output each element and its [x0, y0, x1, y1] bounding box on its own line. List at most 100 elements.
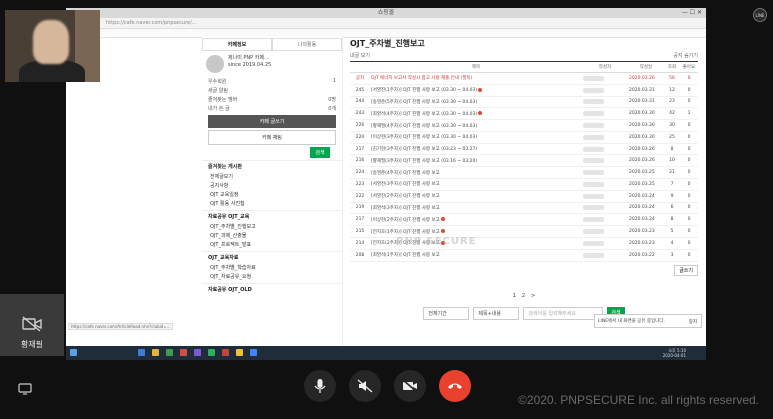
post-title[interactable]: [서영진(2주차)] OJT 진행 사항 보고	[371, 194, 440, 199]
post-title[interactable]: OJT 에너지 보고서 작성시 참고 사항 제출 안내 (필독)	[371, 76, 472, 81]
post-author[interactable]: xxxxxxxx	[582, 249, 628, 262]
cafe-search-button[interactable]: 검색	[310, 147, 330, 158]
table-row[interactable]: 245 [서영진(1주차)] OJT 진행 사항 보고 (03.30 ~ 04.0…	[350, 84, 698, 97]
cafe-chat-button[interactable]: 카페 채팅	[208, 130, 336, 145]
post-author[interactable]: xxxxxxxx	[582, 96, 628, 109]
post-author[interactable]: xxxxxxxx	[582, 72, 628, 85]
post-title-cell[interactable]: [최영석(1주차)] OJT 진행 사항 보고	[370, 249, 582, 262]
table-row[interactable]: 217 [김기현(3주차)] OJT 진행 사항 보고 (03.23 ~ 03.2…	[350, 143, 698, 156]
table-row[interactable]: 224[송영준(4주차)] OJT 진행 사항 보고 xxxxxxxx2020.0…	[350, 166, 698, 180]
post-title[interactable]: [황재필(3주차)] OJT 진행 사항 보고 (03.16 ~ 03.20)	[371, 159, 477, 164]
mute-mic-button[interactable]	[304, 370, 336, 402]
post-title-cell[interactable]: [송영준(5주차)] OJT 진행 사항 보고 (03.30 ~ 04.03)	[370, 96, 582, 109]
screen-share-icon[interactable]	[18, 382, 32, 396]
post-title-cell[interactable]: OJT 에너지 보고서 작성시 참고 사항 제출 안내 (필독)	[370, 72, 582, 85]
search-type-select[interactable]: 제목+내용	[473, 306, 520, 320]
post-author[interactable]: xxxxxxxx	[582, 143, 628, 156]
sidebar-menu-item[interactable]: OJT_프로젝트_발표	[202, 240, 342, 249]
taskbar-app-icon[interactable]	[166, 349, 173, 356]
menu-head-ojt-old[interactable]: 자료공유 OJT_OLD	[202, 283, 342, 295]
window-controls[interactable]: — ☐ ✕	[682, 8, 702, 18]
table-row[interactable]: 219[최영석(3주차)] OJT 진행 사항 보고 xxxxxxxx2020.0…	[350, 202, 698, 215]
stop-share-button[interactable]: 중지	[689, 319, 697, 325]
tab-cafe-info[interactable]: 카페정보	[202, 38, 272, 51]
post-author[interactable]: xxxxxxxx	[582, 119, 628, 132]
post-author[interactable]: xxxxxxxx	[582, 190, 628, 203]
start-icon[interactable]	[70, 349, 77, 356]
speaker-mute-button[interactable]	[349, 370, 381, 402]
post-title[interactable]: [전지호(1주차)] OJT 진행 사항 보고	[371, 230, 440, 235]
taskbar-app-icon[interactable]	[208, 349, 215, 356]
table-row[interactable]: 243 [최영석(4주차)] OJT 진행 사항 보고 (03.30 ~ 04.0…	[350, 107, 698, 121]
line-app-icon[interactable]: LINE	[753, 8, 767, 22]
write-button[interactable]: 글쓰기	[674, 264, 698, 276]
taskbar-app-icon[interactable]	[138, 349, 145, 356]
post-title-cell[interactable]: [송영준(4주차)] OJT 진행 사항 보고	[370, 166, 582, 180]
post-title-cell[interactable]: [이상현(3주차)] OJT 진행 사항 보고 (03.30 ~ 04.03)	[370, 131, 582, 144]
post-title[interactable]: [최영석(3주차)] OJT 진행 사항 보고	[371, 206, 440, 211]
sidebar-menu-item[interactable]: OJT_자료공유_요청	[202, 272, 342, 281]
post-author[interactable]: xxxxxxxx	[582, 166, 628, 180]
post-title[interactable]: [서영진(3주차)] OJT 진행 사항 보고	[371, 182, 440, 187]
participant-tile[interactable]: 황재필	[0, 294, 64, 356]
post-title[interactable]: [황재필(4주차)] OJT 진행 사항 보고 (03.30 ~ 04.03)	[371, 124, 477, 129]
sidebar-menu-item[interactable]: OJT_주차별_진행보고	[202, 222, 342, 231]
post-author[interactable]: xxxxxxxx	[582, 178, 628, 191]
page-link[interactable]: >	[531, 293, 535, 299]
sidebar-stat[interactable]: 즐겨찾는 멤버 0명	[202, 95, 342, 104]
sidebar-menu-item[interactable]: OJT 교육일정	[202, 190, 342, 199]
search-period-select[interactable]: 전체기간	[423, 306, 470, 320]
address-bar[interactable]: https://cafe.naver.com/pnpsecure/...	[66, 18, 706, 29]
post-title[interactable]: [이상현(2주차)] OJT 진행 사항 보고	[371, 218, 440, 223]
camera-toggle-button[interactable]	[394, 370, 426, 402]
search-input[interactable]: 검색어를 입력해주세요	[523, 306, 604, 320]
post-title[interactable]: [최영석(1주차)] OJT 진행 사항 보고	[371, 253, 440, 258]
tab-my-activity[interactable]: 나의활동	[272, 38, 342, 51]
post-author[interactable]: xxxxxxxx	[582, 213, 628, 227]
post-title[interactable]: [서영진(1주차)] OJT 진행 사항 보고 (03.30 ~ 04.03)	[371, 88, 477, 93]
hide-notice-toggle[interactable]: 공지 숨기기	[673, 52, 698, 59]
post-title-cell[interactable]: [서영진(3주차)] OJT 진행 사항 보고	[370, 178, 582, 191]
table-row[interactable]: 244 [송영준(5주차)] OJT 진행 사항 보고 (03.30 ~ 04.0…	[350, 96, 698, 109]
post-title-cell[interactable]: [최영석(4주차)] OJT 진행 사항 보고 (03.30 ~ 04.03)	[370, 107, 582, 121]
avatar[interactable]	[206, 55, 224, 73]
sidebar-stat[interactable]: 새글 알림	[202, 86, 342, 95]
post-author[interactable]: xxxxxxxx	[582, 154, 628, 168]
post-title[interactable]: [이상현(3주차)] OJT 진행 사항 보고 (03.30 ~ 04.03)	[371, 135, 477, 140]
cafe-write-button[interactable]: 카페 글쓰기	[208, 115, 336, 128]
system-tray[interactable]: 오후 5:10 2020-04-01	[663, 348, 686, 358]
end-call-button[interactable]	[439, 370, 471, 402]
my-posts-toggle[interactable]: 내글 보기	[350, 52, 370, 59]
taskbar-app-icon[interactable]	[250, 349, 257, 356]
table-row[interactable]: 222[서영진(2주차)] OJT 진행 사항 보고 xxxxxxxx2020.0…	[350, 190, 698, 203]
post-title[interactable]: [최영석(4주차)] OJT 진행 사항 보고 (03.30 ~ 04.03)	[371, 112, 477, 117]
post-title-cell[interactable]: [최영석(3주차)] OJT 진행 사항 보고	[370, 202, 582, 215]
sidebar-menu-item[interactable]: OJT_주차별_학습자료	[202, 263, 342, 272]
post-title-cell[interactable]: [황재필(3주차)] OJT 진행 사항 보고 (03.16 ~ 03.20)	[370, 154, 582, 168]
post-author[interactable]: xxxxxxxx	[582, 131, 628, 144]
post-title[interactable]: [송영준(4주차)] OJT 진행 사항 보고	[371, 171, 440, 176]
table-row[interactable]: 220 [이상현(3주차)] OJT 진행 사항 보고 (03.30 ~ 04.0…	[350, 131, 698, 144]
sidebar-menu-item[interactable]: OJT 활동 사진첩	[202, 199, 342, 208]
post-author[interactable]: xxxxxxxx	[582, 107, 628, 121]
table-row[interactable]: 217[이상현(2주차)] OJT 진행 사항 보고 xxxxxxxx2020.0…	[350, 213, 698, 227]
post-title[interactable]: [김기현(3주차)] OJT 진행 사항 보고 (03.23 ~ 03.27)	[371, 147, 477, 152]
taskbar-app-icon[interactable]	[194, 349, 201, 356]
post-author[interactable]: xxxxxxxx	[582, 202, 628, 215]
post-title-cell[interactable]: [서영진(1주차)] OJT 진행 사항 보고 (03.30 ~ 04.03)	[370, 84, 582, 97]
taskbar-app-icon[interactable]	[222, 349, 229, 356]
sidebar-stat[interactable]: 내가 쓴 글 0개	[202, 104, 342, 113]
sidebar-menu-item[interactable]: 전체글보기	[202, 172, 342, 181]
table-row[interactable]: 216 [황재필(3주차)] OJT 진행 사항 보고 (03.16 ~ 03.2…	[350, 154, 698, 168]
table-row[interactable]: 208[최영석(1주차)] OJT 진행 사항 보고 xxxxxxxx2020.0…	[350, 249, 698, 262]
sidebar-menu-item[interactable]: 공지사항	[202, 181, 342, 190]
sidebar-stat[interactable]: 우수회원 1	[202, 77, 342, 86]
page-link[interactable]: 1	[513, 293, 516, 299]
post-author[interactable]: xxxxxxxx	[582, 84, 628, 97]
post-title[interactable]: [송영준(5주차)] OJT 진행 사항 보고 (03.30 ~ 04.03)	[371, 100, 477, 105]
sidebar-menu-item[interactable]: OJT_과제_산출물	[202, 231, 342, 240]
post-author[interactable]: xxxxxxxx	[582, 225, 628, 238]
taskbar-app-icon[interactable]	[236, 349, 243, 356]
post-title-cell[interactable]: [황재필(4주차)] OJT 진행 사항 보고 (03.30 ~ 04.03)	[370, 119, 582, 132]
post-author[interactable]: xxxxxxxx	[582, 237, 628, 250]
